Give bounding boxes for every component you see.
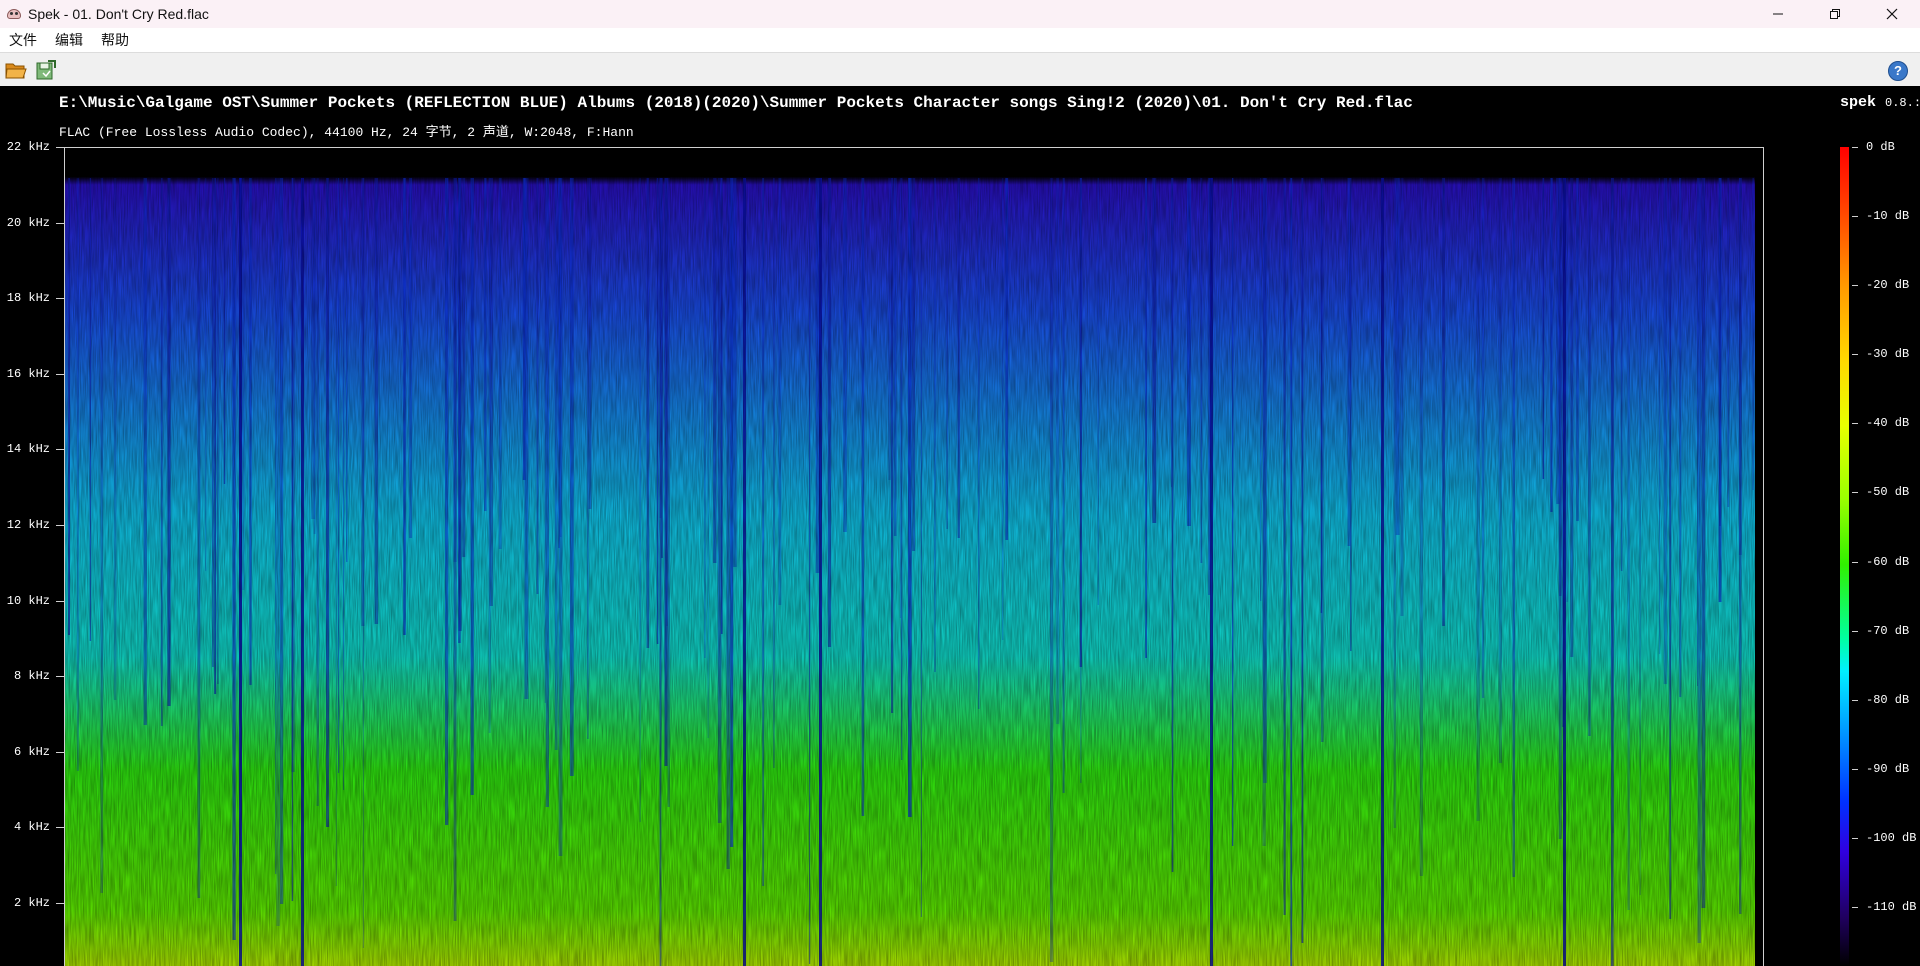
db-label: -70 dB	[1866, 624, 1910, 638]
db-label: -110 dB	[1866, 900, 1917, 914]
db-label: -100 dB	[1866, 831, 1917, 845]
freq-label: 6 kHz	[13, 745, 50, 759]
menu-help[interactable]: 帮助	[92, 28, 138, 52]
db-tick	[1852, 562, 1858, 563]
freq-tick	[56, 752, 64, 753]
freq-tick	[56, 223, 64, 224]
db-colorbar	[1840, 147, 1849, 966]
freq-label: 14 kHz	[6, 442, 50, 456]
help-button[interactable]: ?	[1888, 61, 1908, 81]
db-label: -60 dB	[1866, 555, 1910, 569]
freq-tick	[56, 676, 64, 677]
db-tick	[1852, 285, 1858, 286]
spectrogram-view: E:\Music\Galgame OST\Summer Pockets (REF…	[0, 86, 1920, 966]
db-tick	[1852, 907, 1858, 908]
close-button[interactable]	[1863, 0, 1920, 28]
file-info: FLAC (Free Lossless Audio Codec), 44100 …	[59, 125, 634, 140]
menu-edit[interactable]: 编辑	[46, 28, 92, 52]
freq-tick	[56, 601, 64, 602]
db-label: -80 dB	[1866, 693, 1910, 707]
freq-label: 16 kHz	[6, 367, 50, 381]
db-tick	[1852, 147, 1858, 148]
db-label: -90 dB	[1866, 762, 1910, 776]
db-tick	[1852, 631, 1858, 632]
db-label: -50 dB	[1866, 485, 1910, 499]
freq-tick	[56, 374, 64, 375]
freq-label: 12 kHz	[6, 518, 50, 532]
title-bar: Spek - 01. Don't Cry Red.flac	[0, 0, 1920, 28]
db-label: 0 dB	[1866, 140, 1895, 154]
freq-tick	[56, 903, 64, 904]
db-tick	[1852, 700, 1858, 701]
restore-button[interactable]	[1806, 0, 1863, 28]
open-button[interactable]	[4, 59, 28, 81]
db-label: -30 dB	[1866, 347, 1910, 361]
freq-label: 20 kHz	[6, 216, 50, 230]
db-tick	[1852, 216, 1858, 217]
minimize-icon	[1772, 13, 1783, 15]
spectrogram-image	[65, 148, 1763, 966]
toolbar: ?	[0, 52, 1920, 86]
app-name: spek	[1840, 94, 1877, 111]
db-tick	[1852, 769, 1858, 770]
help-icon: ?	[1894, 63, 1902, 78]
version-number: 0.8.:	[1885, 96, 1920, 110]
window-title: Spek - 01. Don't Cry Red.flac	[28, 6, 209, 22]
restore-icon	[1829, 9, 1840, 19]
file-path: E:\Music\Galgame OST\Summer Pockets (REF…	[59, 94, 1413, 112]
db-tick	[1852, 492, 1858, 493]
freq-label: 18 kHz	[6, 291, 50, 305]
menu-file[interactable]: 文件	[0, 28, 46, 52]
app-version: spek 0.8.:	[1840, 94, 1920, 111]
open-folder-icon	[5, 63, 27, 79]
freq-label: 2 kHz	[13, 896, 50, 910]
freq-tick	[56, 449, 64, 450]
freq-tick	[56, 298, 64, 299]
freq-label: 10 kHz	[6, 594, 50, 608]
freq-tick	[56, 525, 64, 526]
db-label: -10 dB	[1866, 209, 1910, 223]
db-label: -20 dB	[1866, 278, 1910, 292]
db-tick	[1852, 838, 1858, 839]
close-icon	[1886, 8, 1897, 20]
freq-label: 4 kHz	[13, 820, 50, 834]
save-button[interactable]	[34, 59, 58, 81]
freq-tick	[56, 827, 64, 828]
freq-tick	[56, 147, 64, 148]
freq-label: 8 kHz	[13, 669, 50, 683]
db-tick	[1852, 354, 1858, 355]
save-icon	[36, 60, 56, 80]
spek-icon	[6, 7, 22, 21]
minimize-button[interactable]	[1749, 0, 1806, 28]
menu-bar: 文件 编辑 帮助	[0, 28, 1920, 52]
db-label: -40 dB	[1866, 416, 1910, 430]
db-tick	[1852, 423, 1858, 424]
freq-label: 22 kHz	[6, 140, 50, 154]
spectrogram-plot[interactable]	[64, 147, 1764, 966]
